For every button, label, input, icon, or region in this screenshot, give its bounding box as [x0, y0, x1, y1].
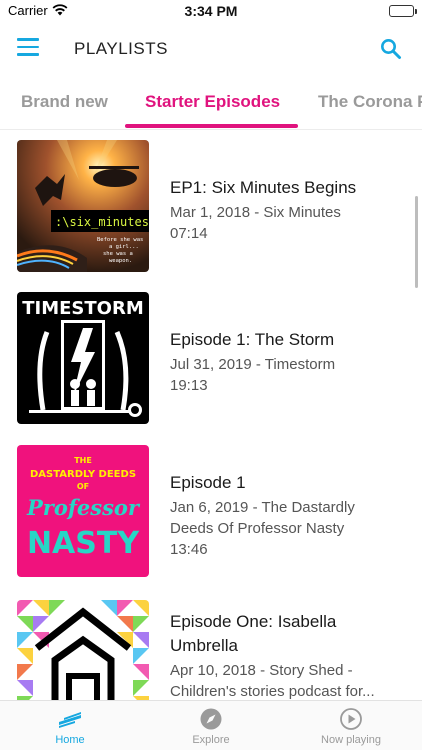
- svg-text:OF: OF: [77, 482, 89, 491]
- bottom-nav: Home Explore Now playing: [0, 700, 422, 750]
- svg-text:weapon.: weapon.: [109, 258, 132, 264]
- home-stripes-icon: [20, 707, 120, 731]
- episode-duration: 19:13: [170, 377, 208, 394]
- episode-artwork: [17, 600, 149, 700]
- nav-now-playing[interactable]: Now playing: [301, 707, 401, 746]
- episode-title-cont: Umbrella: [170, 636, 239, 655]
- artwork-title: :\six_minutes: [55, 215, 149, 229]
- tab-the-corona[interactable]: The Corona P: [318, 92, 422, 112]
- artwork-title: NASTY: [27, 526, 140, 561]
- svg-text:Before she was: Before she was: [97, 237, 143, 243]
- svg-text:a girl...: a girl...: [109, 244, 139, 250]
- episode-list: :\six_minutes Before she was a girl... s…: [0, 130, 422, 700]
- svg-text:THE: THE: [74, 456, 92, 465]
- episode-artwork: THE DASTARDLY DEEDS OF Professor NASTY: [17, 445, 149, 577]
- episode-duration: 13:46: [170, 541, 208, 558]
- nav-now-playing-label: Now playing: [321, 734, 381, 746]
- episode-date-show: Apr 10, 2018 - Story Shed -: [170, 662, 353, 679]
- episode-info: EP1: Six Minutes Begins Mar 1, 2018 - Si…: [170, 176, 410, 244]
- active-tab-indicator: [125, 124, 298, 128]
- status-bar: Carrier 3:34 PM: [0, 0, 422, 24]
- top-bar: PLAYLISTS: [0, 24, 422, 74]
- search-button[interactable]: [379, 37, 403, 61]
- list-item[interactable]: TIMESTORM Episode 1: The Storm Jul 31, 2…: [0, 292, 422, 442]
- episode-date-show: Jan 6, 2019 - The Dastardly: [170, 499, 355, 516]
- hamburger-icon: [17, 38, 39, 41]
- episode-show-cont: Children's stories podcast for...: [170, 683, 375, 700]
- episode-title: EP1: Six Minutes Begins: [170, 178, 357, 197]
- episode-title: Episode One: Isabella: [170, 612, 337, 631]
- episode-show-cont: Deeds Of Professor Nasty: [170, 520, 345, 537]
- episode-title: Episode 1: [170, 473, 246, 492]
- playlist-tabs: Brand new Starter Episodes The Corona P: [0, 80, 422, 130]
- episode-date-show: Jul 31, 2019 - Timestorm: [170, 356, 336, 373]
- play-circle-icon: [301, 707, 401, 731]
- tab-brand-new[interactable]: Brand new: [21, 92, 108, 112]
- scroll-indicator[interactable]: [415, 196, 418, 288]
- page-title: PLAYLISTS: [74, 39, 168, 58]
- episode-artwork: TIMESTORM: [17, 292, 149, 424]
- battery-icon: [389, 5, 417, 17]
- search-icon: [381, 39, 401, 59]
- list-item[interactable]: Episode One: Isabella Umbrella Apr 10, 2…: [0, 600, 422, 700]
- tab-starter-episodes[interactable]: Starter Episodes: [145, 92, 280, 112]
- episode-info: Episode 1: The Storm Jul 31, 2019 - Time…: [170, 328, 410, 396]
- status-time: 3:34 PM: [184, 3, 238, 19]
- menu-button[interactable]: [17, 38, 39, 58]
- episode-title: Episode 1: The Storm: [170, 330, 335, 349]
- episode-date-show: Mar 1, 2018 - Six Minutes: [170, 204, 341, 221]
- episode-duration: 07:14: [170, 225, 208, 242]
- nav-home-label: Home: [55, 734, 85, 746]
- episode-info: Episode 1 Jan 6, 2019 - The Dastardly De…: [170, 471, 410, 560]
- episode-info: Episode One: Isabella Umbrella Apr 10, 2…: [170, 610, 410, 700]
- list-item[interactable]: :\six_minutes Before she was a girl... s…: [0, 140, 422, 290]
- nav-home[interactable]: Home: [20, 707, 120, 746]
- nav-explore[interactable]: Explore: [161, 707, 261, 746]
- svg-text:Professor: Professor: [26, 495, 141, 520]
- svg-text:she was a: she was a: [103, 251, 133, 257]
- episode-artwork: :\six_minutes Before she was a girl... s…: [17, 140, 149, 272]
- artwork-title: TIMESTORM: [22, 298, 144, 319]
- nav-explore-label: Explore: [192, 734, 230, 746]
- list-item[interactable]: THE DASTARDLY DEEDS OF Professor NASTY E…: [0, 445, 422, 595]
- compass-icon: [161, 707, 261, 731]
- svg-text:DASTARDLY DEEDS: DASTARDLY DEEDS: [30, 469, 136, 480]
